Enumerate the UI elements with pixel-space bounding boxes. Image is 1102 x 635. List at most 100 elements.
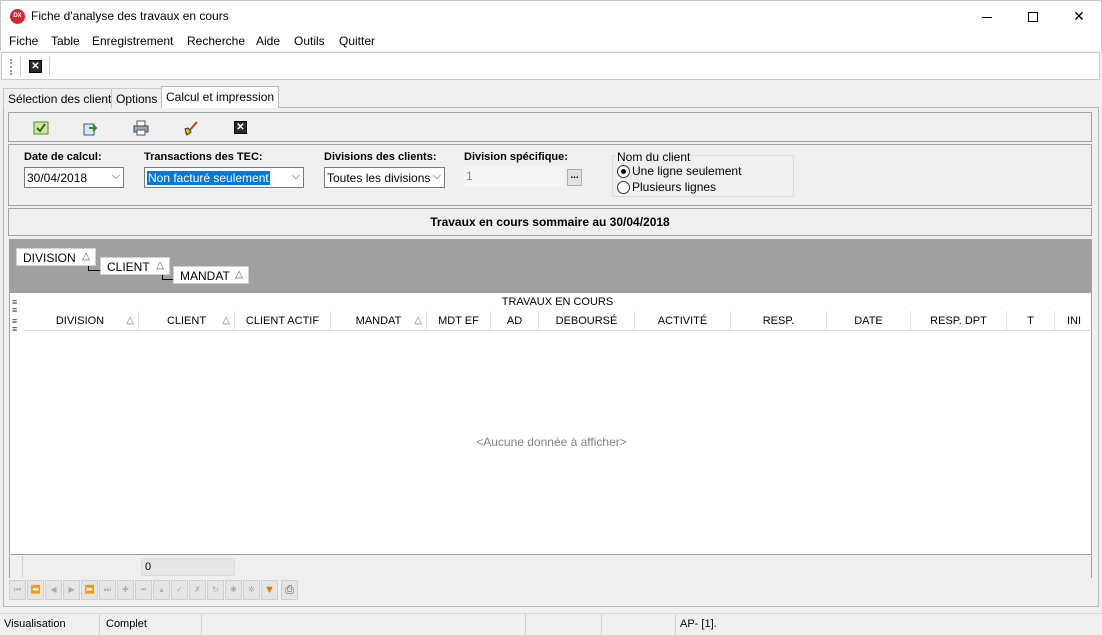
menu-outils[interactable]: Outils — [294, 34, 325, 48]
status-info: AP- [1]. — [680, 618, 717, 630]
tec-select[interactable]: Non facturé seulement ⌵ — [144, 167, 304, 188]
tab-selection-clients[interactable]: Sélection des clients — [3, 88, 123, 108]
menu-fiche[interactable]: Fiche — [9, 34, 38, 48]
divisions-label: Divisions des clients: — [324, 151, 437, 163]
tab-calcul-impression[interactable]: Calcul et impression — [161, 86, 280, 108]
close-icon: ✕ — [1073, 8, 1085, 24]
nav-delete-icon[interactable]: ━ — [135, 580, 152, 600]
column-header-division[interactable]: DIVISION △ — [22, 311, 139, 331]
group-connector — [162, 275, 173, 280]
group-chip-mandat[interactable]: MANDAT △ — [173, 266, 249, 284]
toolbar-grip[interactable] — [10, 59, 13, 75]
column-header-label: RESP. — [762, 315, 795, 327]
specific-division-input[interactable]: 1 — [464, 166, 565, 187]
column-header-label: ACTIVITÉ — [657, 315, 708, 327]
status-state: Complet — [102, 614, 202, 635]
data-grid[interactable]: ≡ ≡ TRAVAUX EN COURS ≡ ≡ DIVISION △ CLIENT △… — [9, 293, 1093, 555]
column-header-t[interactable]: T — [1007, 311, 1055, 331]
column-header-ini[interactable]: INI — [1055, 311, 1093, 331]
date-picker[interactable]: 30/04/2018 ⌵ — [24, 167, 124, 188]
sort-ascending-icon: △ — [222, 315, 230, 326]
group-chip-label: DIVISION — [23, 251, 76, 265]
empty-grid-message: <Aucune donnée à afficher> — [476, 435, 627, 449]
group-chip-division[interactable]: DIVISION △ — [16, 248, 96, 266]
date-value: 30/04/2018 — [27, 171, 88, 185]
nav-edit-icon[interactable]: ▴ — [153, 580, 170, 600]
divisions-select[interactable]: Toutes les divisions ⌵ — [324, 167, 445, 188]
column-header-label: MANDAT — [355, 315, 402, 327]
date-label: Date de calcul: — [24, 151, 102, 163]
ellipsis-button[interactable]: ... — [567, 169, 582, 186]
sort-ascending-icon: △ — [126, 315, 134, 326]
column-header-mandat[interactable]: MANDAT △ — [331, 311, 427, 331]
group-connector — [88, 266, 100, 271]
radio-one-line-label[interactable]: Une ligne seulement — [632, 164, 741, 178]
nav-cancel-icon[interactable]: ✗ — [189, 580, 206, 600]
export-icon[interactable] — [83, 120, 99, 136]
column-header-client[interactable]: CLIENT △ — [139, 311, 235, 331]
radio-one-line[interactable] — [617, 165, 630, 178]
check-icon[interactable] — [33, 120, 49, 136]
column-header-label: DIVISION — [55, 315, 105, 327]
column-header-mdt-ef[interactable]: MDT EF — [427, 311, 491, 331]
sort-ascending-icon: △ — [156, 260, 164, 271]
column-header-label: MDT EF — [438, 315, 479, 327]
nav-prev-icon[interactable]: ◀ — [45, 580, 62, 600]
nav-filter-icon[interactable]: ▼ — [261, 580, 278, 600]
tab-options[interactable]: Options — [111, 88, 163, 108]
maximize-button[interactable] — [1010, 1, 1056, 32]
column-header-debourse[interactable]: DEBOURSÉ — [539, 311, 635, 331]
summary-title: Travaux en cours sommaire au 30/04/2018 — [8, 208, 1092, 236]
nav-print-icon[interactable]: ⎙ — [281, 580, 298, 600]
column-header-ad[interactable]: AD — [491, 311, 539, 331]
client-name-group-title: Nom du client — [616, 150, 692, 164]
nav-goto-bookmark-icon[interactable]: ✲ — [243, 580, 260, 600]
nav-insert-icon[interactable]: ✚ — [117, 580, 134, 600]
menu-enregistrement[interactable]: Enregistrement — [92, 34, 173, 48]
tec-value: Non facturé seulement — [147, 171, 270, 185]
column-chooser-icon[interactable]: ≡ ≡ — [12, 317, 17, 334]
group-chip-client[interactable]: CLIENT △ — [100, 257, 170, 275]
group-chip-label: MANDAT — [180, 269, 230, 283]
nav-refresh-icon[interactable]: ↻ — [207, 580, 224, 600]
minimize-button[interactable] — [964, 1, 1010, 32]
close-window-button[interactable]: ✕ — [1056, 1, 1102, 32]
menu-quitter[interactable]: Quitter — [339, 34, 375, 48]
status-cell — [526, 614, 602, 635]
column-header-activite[interactable]: ACTIVITÉ — [635, 311, 731, 331]
nav-post-icon[interactable]: ✓ — [171, 580, 188, 600]
close-icon[interactable]: ✕ — [234, 121, 247, 134]
radio-multi-line-label[interactable]: Plusieurs lignes — [632, 180, 716, 194]
app-icon: DX — [10, 9, 25, 24]
menu-table[interactable]: Table — [51, 34, 80, 48]
brush-icon[interactable] — [183, 120, 199, 136]
column-header-row: DIVISION △ CLIENT △ CLIENT ACTIF MANDAT △ M… — [22, 311, 1093, 331]
menu-recherche[interactable]: Recherche — [187, 34, 245, 48]
column-header-client-actif[interactable]: CLIENT ACTIF — [235, 311, 331, 331]
column-header-resp-dpt[interactable]: RESP. DPT — [911, 311, 1007, 331]
toolbar-separator — [49, 57, 50, 77]
column-header-date[interactable]: DATE — [827, 311, 911, 331]
chevron-down-icon: ⌵ — [432, 170, 441, 182]
nav-next-page-icon[interactable]: ⏩ — [81, 580, 98, 600]
title-bar: DX Fiche d'analyse des travaux en cours … — [0, 0, 1102, 31]
menu-aide[interactable]: Aide — [256, 34, 280, 48]
grid-footer: 0 — [9, 556, 1092, 578]
nav-next-icon[interactable]: ▶ — [63, 580, 80, 600]
sort-ascending-icon: △ — [82, 251, 90, 262]
nav-first-page-icon[interactable]: ⏮ — [9, 580, 26, 600]
chevron-down-icon: ⌵ — [111, 170, 120, 182]
action-bar: ✕ — [8, 112, 1092, 142]
tec-label: Transactions des TEC: — [144, 151, 263, 163]
specific-division-label: Division spécifique: — [464, 151, 568, 163]
column-header-label: DEBOURSÉ — [555, 315, 618, 327]
nav-bookmark-icon[interactable]: ✱ — [225, 580, 242, 600]
band-indicator-icon[interactable]: ≡ ≡ — [12, 298, 17, 315]
nav-prev-page-icon[interactable]: ⏪ — [27, 580, 44, 600]
nav-last-page-icon[interactable]: ⏭ — [99, 580, 116, 600]
column-header-resp[interactable]: RESP. — [731, 311, 827, 331]
close-form-icon[interactable]: ✕ — [29, 60, 42, 73]
printer-icon[interactable] — [133, 120, 149, 136]
column-header-label: AD — [506, 315, 523, 327]
radio-multi-line[interactable] — [617, 181, 630, 194]
